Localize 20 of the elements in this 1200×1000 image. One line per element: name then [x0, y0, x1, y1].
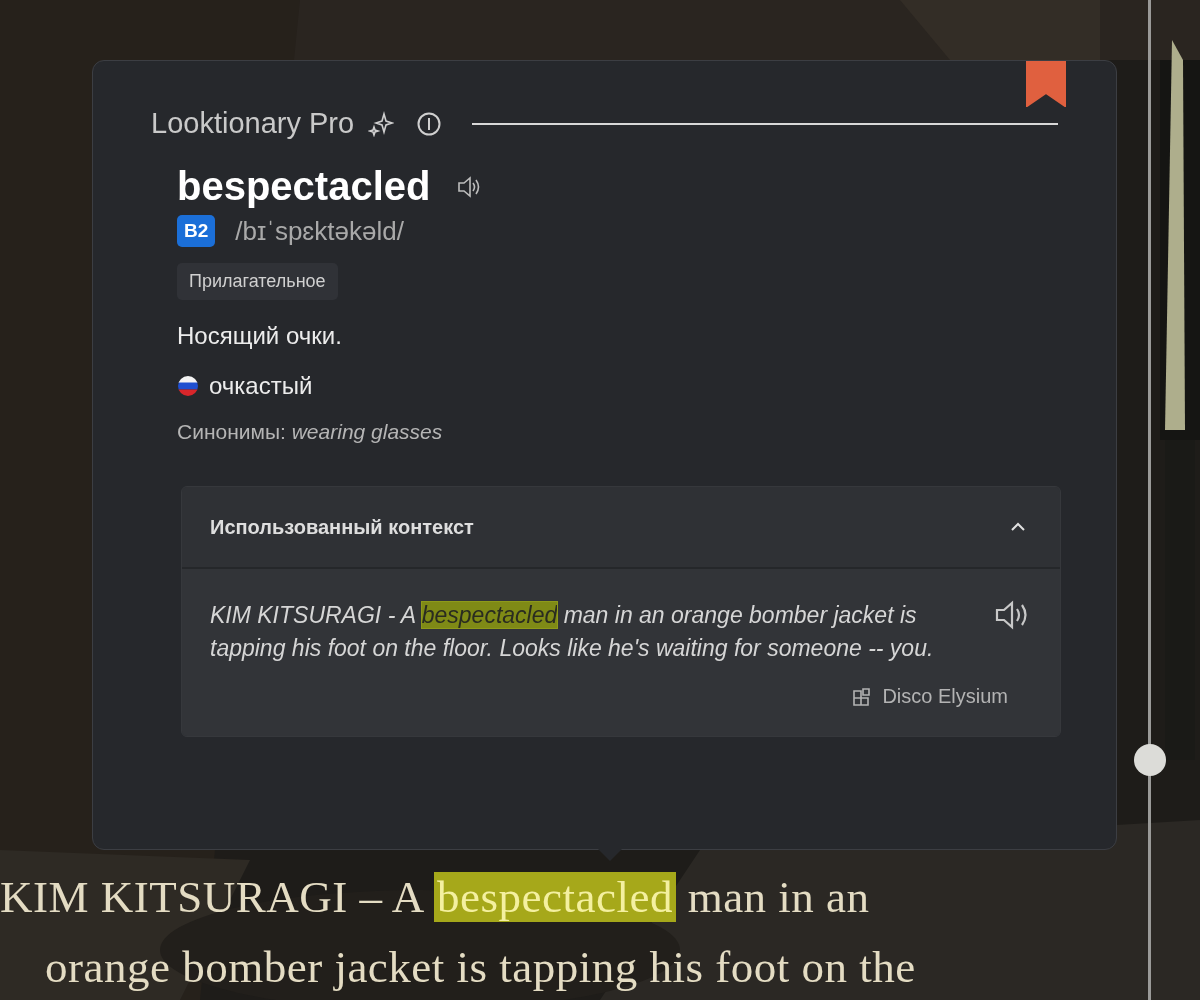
subtitle-line: KIM KITSURAGI – A bespectacled man in an [0, 871, 870, 924]
context-title: Использованный контекст [210, 515, 474, 539]
synonyms: Синонимы: wearing glasses [177, 420, 444, 444]
flag-icon [177, 375, 199, 397]
level-badge: B2 [177, 215, 216, 247]
definition: Носящий очки. [177, 322, 343, 350]
app-title: Looktionary Pro [151, 107, 355, 140]
context-quote: KIM KITSURAGI - A bespectacled man in an orange bomber jacket is tapping his foot on the floor. Looks like he's waiting for someone -- you. [210, 601, 935, 663]
transcription: /bɪˈspɛktəkəld/ [235, 215, 404, 247]
translation: очкастый [209, 372, 313, 400]
info-icon[interactable] [416, 110, 443, 137]
chevron-icon[interactable] [1010, 522, 1026, 532]
subtitle-line: orange bomber jacket is tapping his foot on the [45, 941, 916, 994]
bookmark-icon[interactable] [1026, 61, 1066, 107]
app-icon [852, 686, 873, 707]
scroll-track[interactable] [1148, 0, 1151, 1000]
source-name: Disco Elysium [882, 685, 1008, 708]
headword: bespectacled [177, 164, 431, 209]
part-of-speech-tag: Прилагательное [177, 263, 338, 300]
sparkle-icon[interactable] [368, 110, 395, 137]
